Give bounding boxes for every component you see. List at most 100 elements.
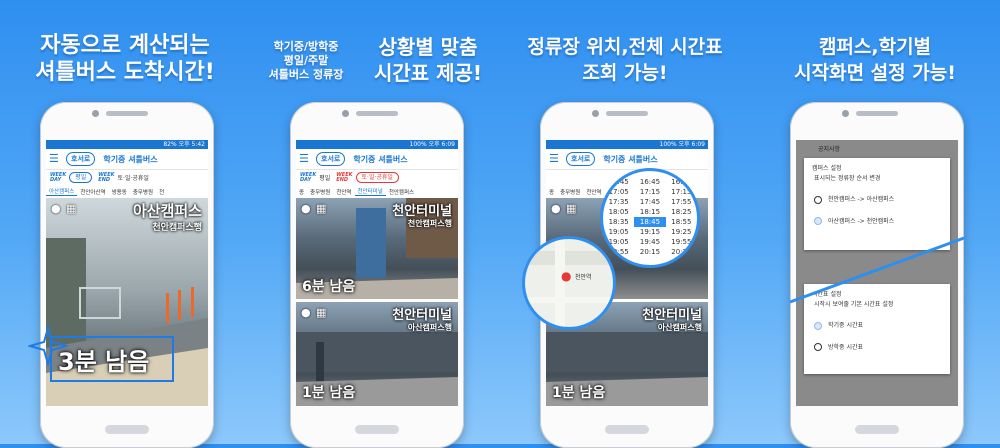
home-button — [355, 425, 399, 434]
tab-asan-campus[interactable]: 아산캠퍼스 — [46, 187, 78, 196]
app-screen: 82% 오후 5:42 ☰ 호서로 학기중 셔틀버스 WEEK DAY 평일 WE… — [46, 140, 208, 406]
day-selector: WEEK DAY 평일 WEEK END 토·일·공휴일 — [46, 170, 208, 185]
feature-panel-arrival-time: 자동으로 계산되는 셔틀버스 도착시간! 82% 오후 5:42 ☰ 호서로 학… — [0, 0, 250, 448]
app-screen: 100% 오후 6:09 ☰ 호서로 학기중 셔틀버스 WEEK DAY 평일 W… — [296, 140, 458, 406]
front-camera — [92, 110, 99, 117]
stop-destination: 아산캠퍼스행 — [657, 323, 702, 332]
stop-card[interactable]: ● ▦ 천안터미널 천안캠퍼스행 6분 남음 — [296, 198, 458, 299]
timetable-icon[interactable]: ▦ — [66, 202, 76, 215]
map-zoom: ● 천안역 — [522, 236, 616, 330]
tab-cheonan-terminal[interactable]: 천안터미널 — [354, 187, 386, 196]
map-pin-icon[interactable]: ● — [561, 269, 571, 283]
notice-title: 공지사항 — [818, 146, 841, 153]
weekend-chip[interactable]: 토·일·공휴일 — [118, 173, 149, 182]
radio-option-cheonan-first[interactable]: 천안캠퍼스 -> 아산캠퍼스 — [804, 182, 950, 204]
caption-arrival: 자동으로 계산되는 셔틀버스 도착시간! — [35, 33, 215, 85]
weekend-tag: WEEK END — [98, 171, 115, 183]
timetable-icon[interactable]: ▦ — [316, 202, 326, 215]
app-title: 학기중 셔틀버스 — [603, 154, 658, 164]
app-logo: 호서로 — [566, 152, 596, 166]
stop-destination: 천안캠퍼스행 — [152, 223, 202, 233]
stop-tabs: 아산캠퍼스 천안아산역 쌍용동 충무병원 천 — [46, 185, 208, 199]
menu-icon[interactable]: ☰ — [49, 149, 61, 169]
day-selector: WEEK DAY 평일 WEEK END 토·일·공휴일 — [296, 170, 458, 185]
radio-unchecked-icon[interactable] — [814, 195, 822, 204]
app-logo: 호서로 — [66, 152, 96, 166]
feature-panel-custom-timetable: 학기중/방학중 평일/주말 셔틀버스 정류장 상황별 맞춤 시간표 제공! 10… — [250, 0, 500, 448]
feature-panel-start-settings: 캠퍼스,학기별 시작화면 설정 가능! 공지사항 캠퍼스 설정 표시되는 정류장… — [750, 0, 1000, 448]
location-pin-icon[interactable]: ● — [301, 202, 311, 215]
speaker — [106, 111, 148, 116]
status-bar: 82% 오후 5:42 — [46, 140, 208, 149]
location-pin-icon[interactable]: ● — [551, 202, 561, 215]
stop-title: 천안터미널 — [642, 308, 702, 323]
tab-chungmu-hospital[interactable]: 충무병원 — [557, 188, 583, 196]
divider-stroke — [789, 236, 965, 304]
menu-icon[interactable]: ☰ — [549, 149, 561, 169]
app-title: 학기중 셔틀버스 — [103, 154, 158, 164]
weekday-tag: WEEK DAY — [300, 171, 317, 183]
timetable-zoom: 16:45 16:45 16:45 17:05 17:15 17:15 17:35 17:… — [600, 168, 700, 268]
stop-title: 천안터미널 — [392, 204, 452, 219]
app-bar: ☰ 호서로 학기중 셔틀버스 — [46, 149, 208, 170]
tab-more[interactable]: 천 — [156, 188, 167, 196]
speaker — [356, 111, 398, 116]
menu-icon[interactable]: ☰ — [299, 149, 311, 169]
weekday-chip[interactable]: 평일 — [69, 172, 93, 183]
caption-start-settings: 캠퍼스,학기별 시작화면 설정 가능! — [794, 36, 956, 84]
stop-title: 천안터미널 — [392, 308, 452, 323]
caption-stop-location: 정류장 위치,전체 시간표 조회 가능! — [527, 36, 723, 84]
map-roads — [525, 239, 613, 327]
timetable-icon[interactable]: ▦ — [566, 202, 576, 215]
app-title: 학기중 셔틀버스 — [353, 154, 408, 164]
front-camera — [592, 110, 599, 117]
tab-cheonan-station[interactable]: 천안역 — [333, 188, 354, 196]
stop-card[interactable]: ● ▦ 천안터미널 아산캠퍼스행 1분 남음 — [296, 302, 458, 406]
weekend-tag: WEEK END — [336, 171, 353, 183]
remaining-box: 3분 남음 — [50, 336, 174, 382]
radio-unchecked-icon[interactable] — [814, 343, 822, 351]
tab-ssangyong[interactable]: 쌍용동 — [109, 188, 130, 196]
status-bar: 100% 오후 6:09 — [546, 140, 708, 149]
home-button — [605, 425, 649, 434]
tab-chungmu-hospital[interactable]: 충무병원 — [130, 188, 156, 196]
weekday-tag: WEEK DAY — [50, 171, 67, 183]
caption-custom-timetable: 상황별 맞춤 시간표 제공! — [373, 35, 483, 85]
tab-cheonan-asan-station[interactable]: 천안아산역 — [77, 188, 108, 196]
location-pin-icon[interactable]: ● — [301, 306, 311, 319]
dialog-subtitle: 표시되는 정류장 순서 변경 — [814, 175, 881, 182]
home-button — [105, 425, 149, 434]
dialog-title: 캠퍼스 설정 — [812, 165, 842, 172]
tab-cheonan-campus[interactable]: 천안캠퍼스 — [386, 188, 417, 196]
remaining-time: 3분 남음 — [58, 348, 150, 376]
stop-title: 아산캠퍼스 — [132, 202, 202, 220]
app-bar: ☰ 호서로 학기중 셔틀버스 — [296, 149, 458, 170]
home-button — [855, 425, 899, 434]
speaker — [606, 111, 648, 116]
app-bar: ☰ 호서로 학기중 셔틀버스 — [546, 149, 708, 170]
stop-tabs: 종 충무병원 천안역 천안터미널 천안캠퍼스 — [296, 185, 458, 199]
remaining-time: 6분 남음 — [302, 279, 356, 295]
remaining-time: 1분 남음 — [552, 385, 606, 401]
stop-destination: 아산캠퍼스행 — [407, 323, 452, 332]
location-pin-icon[interactable]: ● — [51, 202, 61, 215]
map-label: 천안역 — [575, 274, 592, 281]
tab-cheonan-station[interactable]: 천안역 — [583, 188, 604, 196]
front-camera — [342, 110, 349, 117]
phone-frame: 82% 오후 5:42 ☰ 호서로 학기중 셔틀버스 WEEK DAY 평일 WE… — [40, 102, 214, 448]
tab-chungmu-hospital[interactable]: 충무병원 — [307, 188, 333, 196]
speaker — [856, 111, 898, 116]
weekday-chip[interactable]: 평일 — [319, 173, 330, 182]
timetable-grid: 16:45 16:45 16:45 17:05 17:15 17:15 17:35 17:… — [608, 178, 692, 256]
stop-card[interactable]: ● ▦ 아산캠퍼스 천안캠퍼스행 3분 남음 — [46, 198, 208, 406]
timetable-icon[interactable]: ▦ — [316, 306, 326, 319]
status-bar: 100% 오후 6:09 — [296, 140, 458, 149]
front-camera — [842, 110, 849, 117]
tab-prev[interactable]: 종 — [296, 188, 307, 196]
phone-frame: 100% 오후 6:09 ☰ 호서로 학기중 셔틀버스 WEEK DAY 평일 W… — [290, 102, 464, 448]
app-logo: 호서로 — [316, 152, 346, 166]
tab-prev[interactable]: 종 — [546, 188, 557, 196]
remaining-time: 1분 남음 — [302, 385, 356, 401]
weekend-chip[interactable]: 토·일·공휴일 — [355, 172, 399, 183]
stop-destination: 천안캠퍼스행 — [407, 219, 452, 228]
